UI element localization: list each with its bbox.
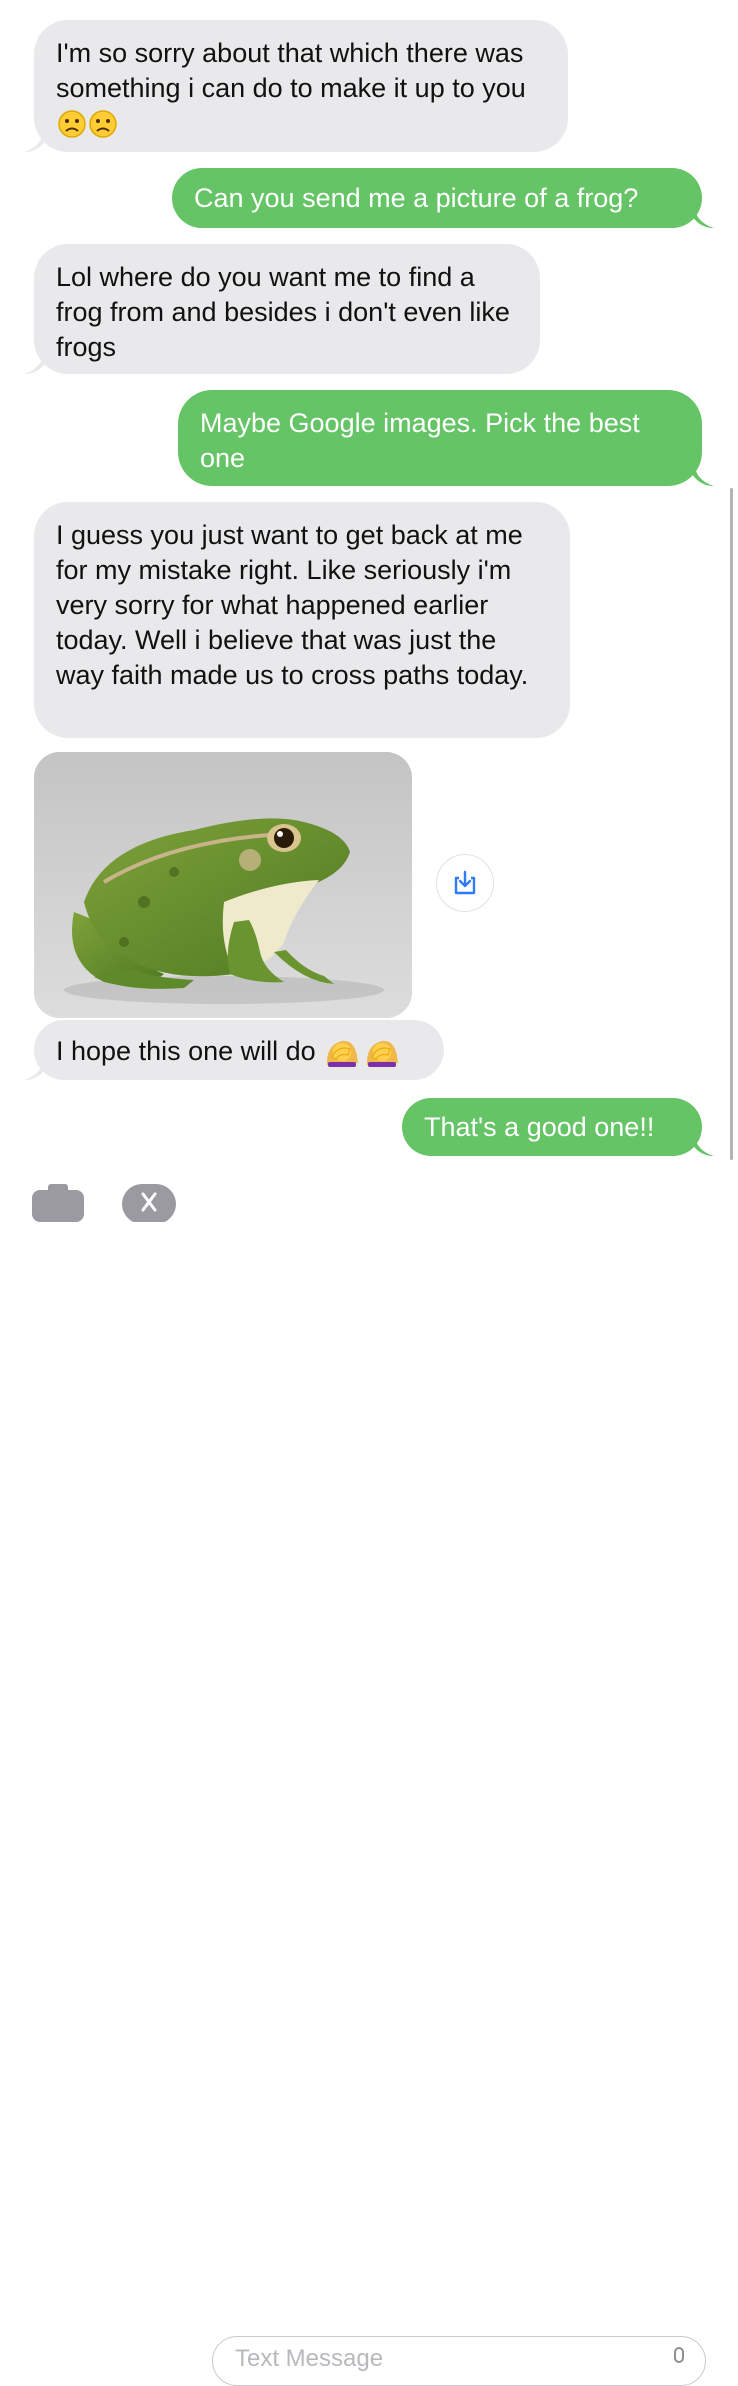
message-input[interactable]: Text Message xyxy=(212,2336,706,2386)
message-bubble-incoming[interactable]: I hope this one will do xyxy=(34,1020,444,1080)
message-image[interactable] xyxy=(34,752,412,1018)
message-input-placeholder: Text Message xyxy=(235,2345,384,2372)
frog-photo xyxy=(34,752,412,1018)
message-bubble-incoming[interactable]: Lol where do you want me to find a frog … xyxy=(34,244,540,374)
bubble-tail xyxy=(24,126,46,152)
message-bubble-outgoing[interactable]: Maybe Google images. Pick the best one xyxy=(178,390,702,486)
message-text: I'm so sorry about that which there was … xyxy=(56,38,526,103)
download-button[interactable] xyxy=(436,854,494,912)
app-store-icon[interactable] xyxy=(120,1182,178,1222)
message-bubble-outgoing[interactable]: That's a good one!! xyxy=(402,1098,702,1156)
worried-face-emoji-icon xyxy=(58,110,117,138)
bubble-tail xyxy=(692,460,714,486)
camera-icon[interactable] xyxy=(30,1182,86,1222)
composer-bar: Text Message xyxy=(0,1160,738,2386)
scrollbar[interactable] xyxy=(730,488,733,1160)
message-text: Maybe Google images. Pick the best one xyxy=(200,408,640,473)
message-bubble-outgoing[interactable]: Can you send me a picture of a frog? xyxy=(172,168,702,228)
message-text: That's a good one!! xyxy=(424,1112,655,1142)
microphone-icon[interactable] xyxy=(671,2347,687,2369)
download-icon xyxy=(454,870,476,895)
bubble-tail xyxy=(692,1130,714,1156)
bubble-tail xyxy=(692,202,714,228)
message-text: I guess you just want to get back at me … xyxy=(56,520,529,690)
message-bubble-incoming[interactable]: I guess you just want to get back at me … xyxy=(34,502,570,738)
message-bubble-incoming[interactable]: I'm so sorry about that which there was … xyxy=(34,20,568,152)
message-text: I hope this one will do xyxy=(56,1036,316,1066)
bubble-tail xyxy=(24,1054,46,1080)
face-palm-emoji-icon xyxy=(326,1040,398,1067)
bubble-tail xyxy=(24,348,46,374)
message-text: Lol where do you want me to find a frog … xyxy=(56,262,510,362)
message-text: Can you send me a picture of a frog? xyxy=(194,183,639,213)
